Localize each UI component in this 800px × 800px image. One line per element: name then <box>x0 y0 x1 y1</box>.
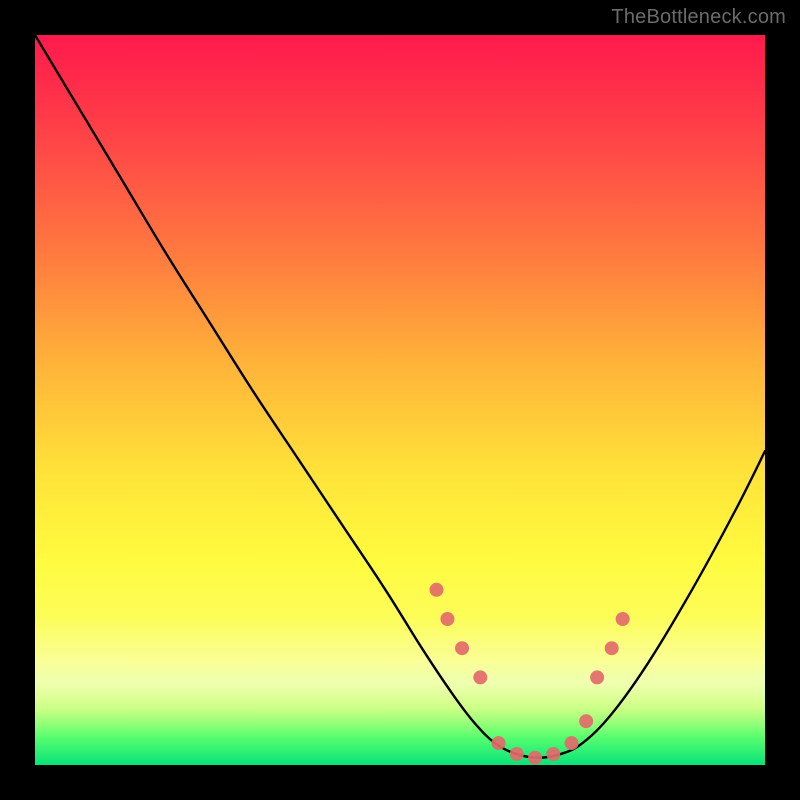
marker-dot <box>579 714 593 728</box>
curve-layer <box>35 35 765 765</box>
marker-dot <box>430 583 444 597</box>
marker-dot <box>492 736 506 750</box>
watermark-text: TheBottleneck.com <box>611 6 786 29</box>
marker-dot <box>590 670 604 684</box>
bottleneck-curve <box>35 35 765 758</box>
marker-dot <box>455 641 469 655</box>
marker-dot <box>528 751 542 765</box>
marker-dots <box>430 583 630 765</box>
marker-dot <box>473 670 487 684</box>
marker-dot <box>616 612 630 626</box>
plot-area <box>35 35 765 765</box>
marker-dot <box>510 747 524 761</box>
marker-dot <box>565 736 579 750</box>
marker-dot <box>546 747 560 761</box>
marker-dot <box>605 641 619 655</box>
chart-stage: TheBottleneck.com <box>0 0 800 800</box>
marker-dot <box>440 612 454 626</box>
